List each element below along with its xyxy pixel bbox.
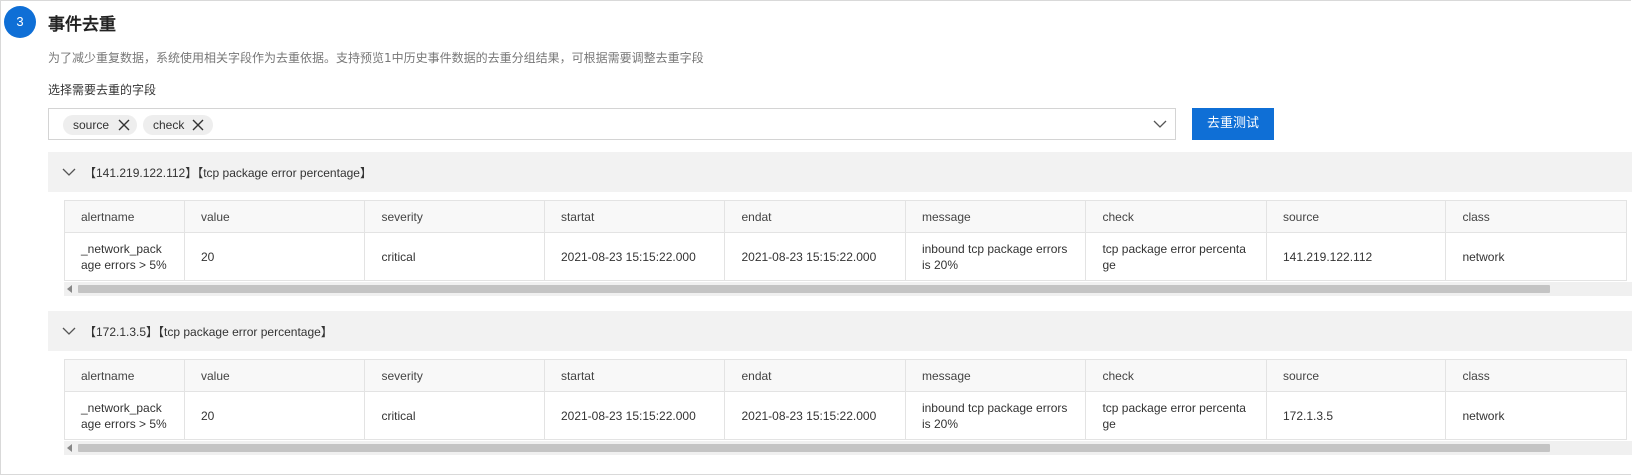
column-header-source[interactable]: source	[1265, 359, 1447, 392]
chevron-down-icon[interactable]	[1153, 117, 1167, 131]
cell-startat: 2021-08-23 15:15:22.000	[543, 391, 726, 440]
column-header-alertname[interactable]: alertname	[64, 359, 185, 392]
step-number-badge: 3	[4, 6, 36, 38]
table-row: _network_package errors > 5% 20 critical…	[64, 232, 1627, 281]
group-title: 【141.219.122.112】【tcp package error perc…	[84, 166, 372, 180]
tag-label: check	[153, 118, 185, 132]
column-header-source[interactable]: source	[1265, 200, 1447, 233]
column-header-severity[interactable]: severity	[364, 200, 545, 233]
cell-severity: critical	[364, 391, 545, 440]
dedup-field-label: 选择需要去重的字段	[48, 83, 157, 97]
column-header-startat[interactable]: startat	[543, 200, 726, 233]
section-title: 事件去重	[48, 15, 116, 35]
cell-endat: 2021-08-23 15:15:22.000	[724, 391, 906, 440]
dedup-test-button[interactable]: 去重测试	[1192, 108, 1274, 140]
column-header-endat[interactable]: endat	[724, 359, 906, 392]
column-header-check[interactable]: check	[1085, 359, 1267, 392]
column-header-value[interactable]: value	[183, 359, 366, 392]
scroll-left-arrow-icon[interactable]	[66, 444, 74, 452]
event-table: alertname value severity startat endat m…	[64, 200, 1627, 281]
cell-class: network	[1445, 391, 1627, 440]
group-header[interactable]: 【141.219.122.112】【tcp package error perc…	[48, 152, 1632, 192]
cell-alertname: _network_package errors > 5%	[64, 391, 185, 440]
cell-message: inbound tcp package errors is 20%	[904, 232, 1087, 281]
close-icon[interactable]	[191, 118, 205, 132]
column-header-value[interactable]: value	[183, 200, 366, 233]
cell-class: network	[1445, 232, 1627, 281]
horizontal-scrollbar[interactable]	[64, 282, 1632, 296]
cell-value: 20	[183, 391, 366, 440]
cell-message: inbound tcp package errors is 20%	[904, 391, 1087, 440]
cell-source: 172.1.3.5	[1265, 391, 1447, 440]
column-header-endat[interactable]: endat	[724, 200, 906, 233]
event-table: alertname value severity startat endat m…	[64, 359, 1627, 440]
tag-label: source	[73, 118, 110, 132]
cell-endat: 2021-08-23 15:15:22.000	[724, 232, 906, 281]
table-header-row: alertname value severity startat endat m…	[64, 359, 1627, 392]
column-header-startat[interactable]: startat	[543, 359, 726, 392]
table-row: _network_package errors > 5% 20 critical…	[64, 391, 1627, 440]
cell-severity: critical	[364, 232, 545, 281]
cell-alertname: _network_package errors > 5%	[64, 232, 185, 281]
chevron-down-icon[interactable]	[62, 324, 76, 338]
group-table-container: alertname value severity startat endat m…	[64, 359, 1632, 465]
cell-check: tcp package error percentage	[1085, 391, 1267, 440]
column-header-severity[interactable]: severity	[364, 359, 545, 392]
chevron-down-icon[interactable]	[62, 165, 76, 179]
column-header-message[interactable]: message	[904, 200, 1087, 233]
column-header-check[interactable]: check	[1085, 200, 1267, 233]
cell-source: 141.219.122.112	[1265, 232, 1447, 281]
section-description: 为了减少重复数据，系统使用相关字段作为去重依据。支持预览1中历史事件数据的去重分…	[48, 51, 704, 65]
horizontal-scrollbar[interactable]	[64, 441, 1632, 455]
close-icon[interactable]	[117, 118, 131, 132]
group-table-container: alertname value severity startat endat m…	[64, 200, 1632, 306]
column-header-class[interactable]: class	[1445, 359, 1627, 392]
cell-startat: 2021-08-23 15:15:22.000	[543, 232, 726, 281]
field-tag-check: check	[143, 115, 213, 135]
column-header-alertname[interactable]: alertname	[64, 200, 185, 233]
group-title: 【172.1.3.5】【tcp package error percentage…	[84, 325, 333, 339]
cell-check: tcp package error percentage	[1085, 232, 1267, 281]
scroll-left-arrow-icon[interactable]	[66, 285, 74, 293]
table-header-row: alertname value severity startat endat m…	[64, 200, 1627, 233]
field-tag-source: source	[63, 115, 137, 135]
column-header-class[interactable]: class	[1445, 200, 1627, 233]
scrollbar-thumb[interactable]	[78, 285, 1550, 293]
column-header-message[interactable]: message	[904, 359, 1087, 392]
cell-value: 20	[183, 232, 366, 281]
dedup-field-select[interactable]: source check	[48, 108, 1176, 140]
scrollbar-thumb[interactable]	[78, 444, 1550, 452]
group-header[interactable]: 【172.1.3.5】【tcp package error percentage…	[48, 311, 1632, 351]
